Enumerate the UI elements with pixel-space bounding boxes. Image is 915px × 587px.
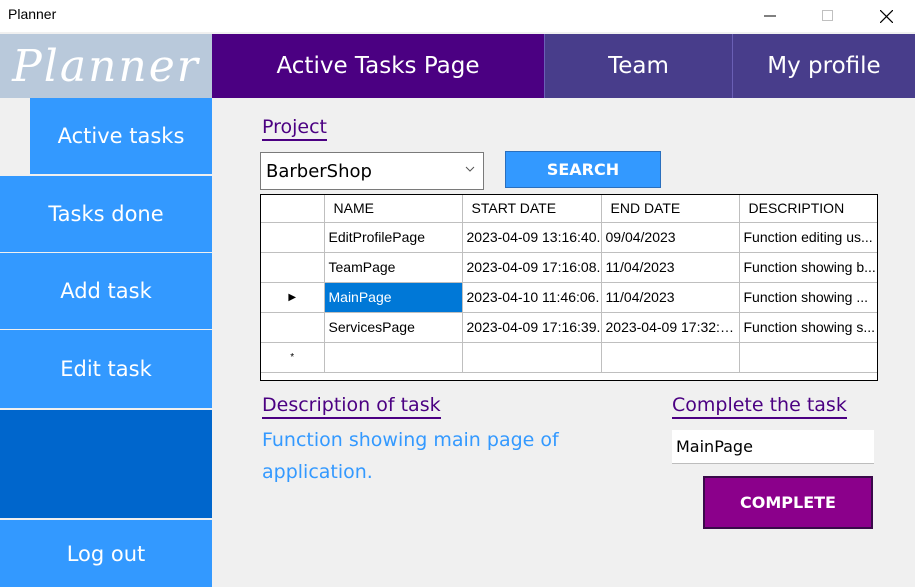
- cell-start-date[interactable]: 2023-04-09 17:16:39.: [462, 312, 602, 343]
- cell-description[interactable]: Function showing ...: [739, 282, 877, 313]
- complete-task-input[interactable]: MainPage: [672, 430, 874, 464]
- cell-end-date[interactable]: 11/04/2023: [601, 252, 740, 283]
- row-header-corner: [261, 195, 325, 223]
- cell-description[interactable]: Function editing us...: [739, 222, 877, 253]
- complete-button[interactable]: COMPLETE: [703, 476, 873, 529]
- cell-start-date[interactable]: 2023-04-09 13:16:40.: [462, 222, 602, 253]
- cell-end-date[interactable]: 09/04/2023: [601, 222, 740, 253]
- row-header[interactable]: [261, 312, 325, 343]
- cell-description[interactable]: Function showing s...: [739, 312, 877, 343]
- tab-team[interactable]: Team: [544, 34, 732, 98]
- tasks-grid[interactable]: NAME START DATE END DATE DESCRIPTION Edi…: [260, 194, 878, 381]
- cell-new[interactable]: [324, 342, 463, 373]
- column-header-description[interactable]: DESCRIPTION: [739, 195, 877, 223]
- table-row[interactable]: EditProfilePage 2023-04-09 13:16:40. 09/…: [261, 222, 877, 253]
- table-header-row: NAME START DATE END DATE DESCRIPTION: [261, 195, 877, 223]
- cell-name[interactable]: ServicesPage: [324, 312, 463, 343]
- current-row-arrow-icon[interactable]: ▶: [261, 282, 325, 313]
- complete-task-label: Complete the task: [672, 394, 847, 419]
- cell-end-date[interactable]: 11/04/2023: [601, 282, 740, 313]
- sidebar-item-active-tasks[interactable]: Active tasks: [30, 98, 212, 174]
- column-header-end-date[interactable]: END DATE: [601, 195, 740, 223]
- cell-name[interactable]: EditProfilePage: [324, 222, 463, 253]
- chevron-down-icon: [465, 166, 475, 172]
- column-header-name[interactable]: NAME: [324, 195, 463, 223]
- app-logo: Planner: [0, 34, 212, 98]
- sidebar-empty-panel: [0, 410, 212, 518]
- close-icon: [879, 9, 893, 23]
- column-header-start-date[interactable]: START DATE: [462, 195, 602, 223]
- sidebar-item-add-task[interactable]: Add task: [0, 253, 212, 329]
- table-row[interactable]: TeamPage 2023-04-09 17:16:08. 11/04/2023…: [261, 252, 877, 283]
- close-button[interactable]: [863, 0, 909, 32]
- tab-my-profile[interactable]: My profile: [732, 34, 915, 98]
- cell-start-date[interactable]: 2023-04-09 17:16:08.: [462, 252, 602, 283]
- window-title: Planner: [8, 6, 57, 22]
- sidebar-item-log-out[interactable]: Log out: [0, 520, 212, 587]
- cell-start-date[interactable]: 2023-04-10 11:46:06.: [462, 282, 602, 313]
- maximize-icon: [822, 10, 833, 21]
- cell-new[interactable]: [739, 342, 877, 373]
- project-select[interactable]: BarberShop: [260, 152, 484, 190]
- table-row-current[interactable]: ▶ MainPage 2023-04-10 11:46:06. 11/04/20…: [261, 282, 877, 313]
- table-row-new[interactable]: *: [261, 342, 877, 373]
- search-button[interactable]: SEARCH: [505, 151, 661, 188]
- tab-active-tasks[interactable]: Active Tasks Page: [212, 34, 544, 98]
- tasks-table: NAME START DATE END DATE DESCRIPTION Edi…: [261, 195, 877, 373]
- row-header[interactable]: [261, 252, 325, 283]
- minimize-icon: [764, 15, 776, 17]
- project-select-value: BarberShop: [266, 160, 372, 182]
- sidebar-item-tasks-done[interactable]: Tasks done: [0, 176, 212, 252]
- cell-name-selected[interactable]: MainPage: [324, 282, 463, 313]
- cell-end-date[interactable]: 2023-04-09 17:32:01.: [601, 312, 740, 343]
- description-label: Description of task: [262, 394, 441, 419]
- new-row-asterisk-icon[interactable]: *: [261, 342, 325, 373]
- title-bar: Planner: [0, 0, 915, 32]
- project-label: Project: [262, 116, 328, 141]
- cell-name[interactable]: TeamPage: [324, 252, 463, 283]
- table-row[interactable]: ServicesPage 2023-04-09 17:16:39. 2023-0…: [261, 312, 877, 343]
- maximize-button[interactable]: [805, 0, 851, 32]
- cell-description[interactable]: Function showing b...: [739, 252, 877, 283]
- cell-new[interactable]: [601, 342, 740, 373]
- minimize-button[interactable]: [747, 0, 793, 32]
- row-header[interactable]: [261, 222, 325, 253]
- task-description-text: Function showing main page of applicatio…: [262, 429, 559, 483]
- cell-new[interactable]: [462, 342, 602, 373]
- sidebar-item-edit-task[interactable]: Edit task: [0, 330, 212, 408]
